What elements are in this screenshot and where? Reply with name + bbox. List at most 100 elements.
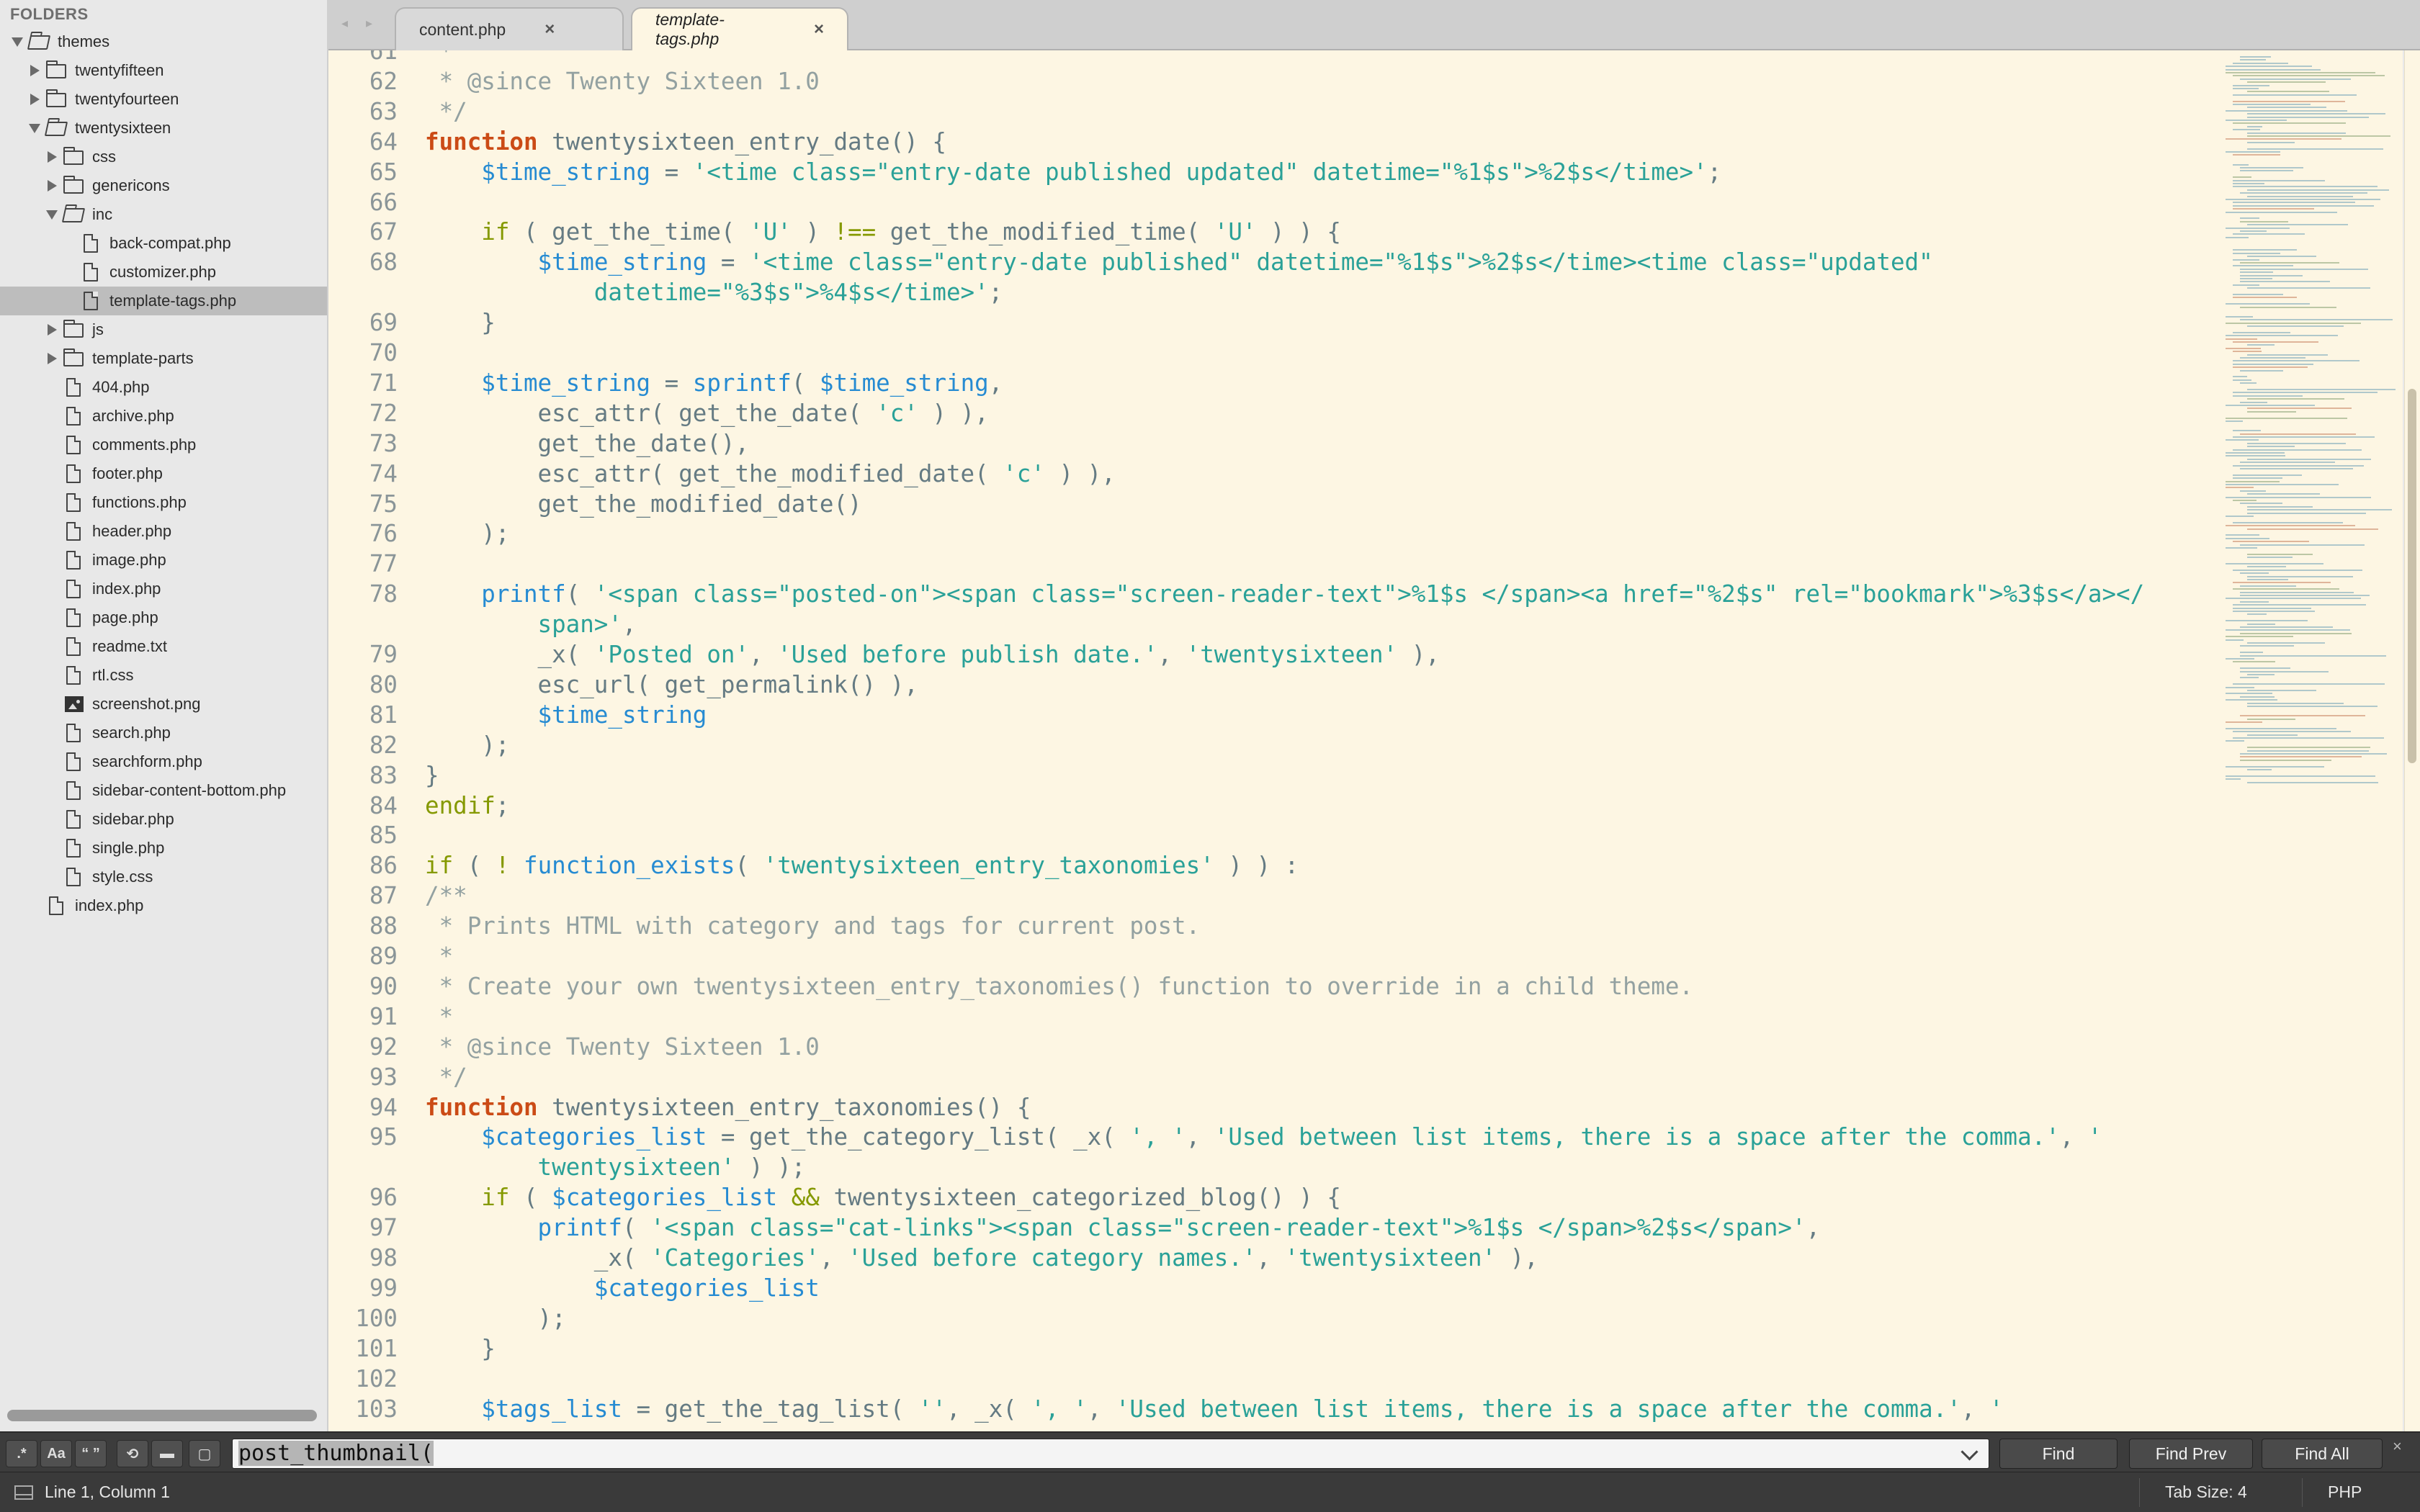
find-input[interactable]: post_thumbnail( <box>232 1439 1989 1469</box>
disclosure-right-icon[interactable] <box>45 351 59 366</box>
code-line[interactable]: _x( 'Posted on', 'Used before publish da… <box>425 641 1440 668</box>
tab-size-indicator[interactable]: Tab Size: 4 <box>2165 1482 2247 1502</box>
code-line[interactable]: get_the_date(), <box>425 430 750 457</box>
tree-item-css[interactable]: css <box>0 143 327 171</box>
sidebar-horizontal-scrollbar[interactable] <box>7 1410 317 1421</box>
minimap[interactable] <box>2220 50 2407 806</box>
scrollbar-thumb[interactable] <box>2408 389 2416 763</box>
tree-item-genericons[interactable]: genericons <box>0 171 327 200</box>
code-line[interactable]: span>', <box>425 611 637 638</box>
disclosure-right-icon[interactable] <box>27 63 42 78</box>
find-all-button[interactable]: Find All <box>2262 1439 2383 1469</box>
tree-item-archive-php[interactable]: archive.php <box>0 402 327 431</box>
code-line[interactable]: function twentysixteen_entry_date() { <box>425 128 946 156</box>
tab-nav-arrows-icon[interactable]: ◂ ▸ <box>341 16 380 31</box>
code-line[interactable]: esc_url( get_permalink() ), <box>425 671 918 698</box>
code-line[interactable]: $categories_list <box>425 1274 820 1302</box>
code-line[interactable]: ); <box>425 1305 566 1332</box>
code-line[interactable]: * @since Twenty Sixteen 1.0 <box>425 68 820 95</box>
tree-item-twentysixteen[interactable]: twentysixteen <box>0 114 327 143</box>
code-line[interactable]: * Create your own twentysixteen_entry_ta… <box>425 973 1693 1000</box>
code-line[interactable]: _x( 'Categories', 'Used before category … <box>425 1244 1538 1272</box>
find-history-chevron-down-icon[interactable] <box>1963 1446 1976 1458</box>
tree-item-back-compat-php[interactable]: back-compat.php <box>0 229 327 258</box>
tree-item-header-php[interactable]: header.php <box>0 517 327 546</box>
tree-item-sidebar-php[interactable]: sidebar.php <box>0 805 327 834</box>
tree-item-themes[interactable]: themes <box>0 27 327 56</box>
code-line[interactable]: $time_string = '<time class="entry-date … <box>425 248 1933 276</box>
code-line[interactable]: $categories_list = get_the_category_list… <box>425 1123 2102 1151</box>
code-line[interactable]: $time_string = sprintf( $time_string, <box>425 369 1003 397</box>
code-line[interactable]: * <box>425 50 454 65</box>
tree-item-functions-php[interactable]: functions.php <box>0 488 327 517</box>
code-line[interactable]: printf( '<span class="cat-links"><span c… <box>425 1214 1821 1241</box>
tree-item-index-php[interactable]: index.php <box>0 891 327 920</box>
code-line[interactable]: $time_string <box>425 701 707 729</box>
disclosure-right-icon[interactable] <box>45 179 59 193</box>
tab-close-icon[interactable]: × <box>814 19 824 40</box>
tree-item-customizer-php[interactable]: customizer.php <box>0 258 327 287</box>
code-line[interactable]: get_the_modified_date() <box>425 490 862 518</box>
code-line[interactable]: endif; <box>425 792 509 819</box>
highlight-matches-toggle-button[interactable]: ▢ <box>189 1440 220 1467</box>
tree-item-footer-php[interactable]: footer.php <box>0 459 327 488</box>
disclosure-right-icon[interactable] <box>45 150 59 164</box>
find-button[interactable]: Find <box>1999 1439 2118 1469</box>
code-line[interactable]: ); <box>425 732 509 759</box>
panel-toggle-icon[interactable] <box>14 1485 33 1500</box>
code-line[interactable]: datetime="%3$s">%4$s</time>'; <box>425 279 1003 306</box>
code-editor[interactable]: 61 62 63 64 65 66 67 68 69 70 71 72 73 74 75 76 77 78 79 80… <box>328 50 2403 1431</box>
code-line[interactable]: if ( ! function_exists( 'twentysixteen_e… <box>425 852 1299 879</box>
code-line[interactable]: if ( $categories_list && twentysixteen_c… <box>425 1184 1341 1211</box>
regex-toggle-button[interactable]: .* <box>6 1440 37 1467</box>
case-sensitive-toggle-button[interactable]: Aa <box>40 1440 72 1467</box>
code-line[interactable]: printf( '<span class="posted-on"><span c… <box>425 580 2144 608</box>
find-panel-close-icon[interactable]: × <box>2393 1437 2402 1456</box>
disclosure-right-icon[interactable] <box>27 92 42 107</box>
tree-item-readme-txt[interactable]: readme.txt <box>0 632 327 661</box>
tree-item-template-parts[interactable]: template-parts <box>0 344 327 373</box>
tree-item-comments-php[interactable]: comments.php <box>0 431 327 459</box>
disclosure-down-icon[interactable] <box>45 207 59 222</box>
syntax-indicator[interactable]: PHP <box>2328 1482 2362 1502</box>
tree-item-single-php[interactable]: single.php <box>0 834 327 863</box>
code-line[interactable]: function twentysixteen_entry_taxonomies(… <box>425 1094 1031 1121</box>
code-line[interactable]: } <box>425 309 496 336</box>
code-line[interactable]: * @since Twenty Sixteen 1.0 <box>425 1033 820 1061</box>
tab-close-icon[interactable]: × <box>544 19 555 40</box>
tree-item-image-php[interactable]: image.php <box>0 546 327 575</box>
wrap-toggle-button[interactable]: ⟲ <box>117 1440 148 1467</box>
whole-word-toggle-button[interactable]: “ ” <box>75 1440 107 1467</box>
code-line[interactable]: /** <box>425 882 467 909</box>
tab-content-php[interactable]: content.php × <box>395 7 624 50</box>
tree-item-twentyfifteen[interactable]: twentyfifteen <box>0 56 327 85</box>
disclosure-down-icon[interactable] <box>10 35 24 49</box>
find-prev-button[interactable]: Find Prev <box>2129 1439 2253 1469</box>
tree-item-searchform-php[interactable]: searchform.php <box>0 747 327 776</box>
code-line[interactable]: * <box>425 942 454 970</box>
tree-item-twentyfourteen[interactable]: twentyfourteen <box>0 85 327 114</box>
code-line[interactable]: */ <box>425 1063 467 1091</box>
code-line[interactable]: twentysixteen' ) ); <box>425 1153 806 1181</box>
code-line[interactable]: * <box>425 1003 454 1030</box>
code-line[interactable]: esc_attr( get_the_modified_date( 'c' ) )… <box>425 460 1116 487</box>
code-line[interactable]: } <box>425 1335 496 1362</box>
tree-item-404-php[interactable]: 404.php <box>0 373 327 402</box>
code-line[interactable]: if ( get_the_time( 'U' ) !== get_the_mod… <box>425 218 1341 246</box>
tree-item-index-php[interactable]: index.php <box>0 575 327 603</box>
code-line[interactable]: */ <box>425 98 467 125</box>
code-line[interactable]: } <box>425 762 439 789</box>
tree-item-page-php[interactable]: page.php <box>0 603 327 632</box>
code-line[interactable]: $tags_list = get_the_tag_list( '', _x( '… <box>425 1395 2003 1423</box>
disclosure-right-icon[interactable] <box>45 323 59 337</box>
code-line[interactable]: * Prints HTML with category and tags for… <box>425 912 1201 940</box>
code-line[interactable]: esc_attr( get_the_date( 'c' ) ), <box>425 400 989 427</box>
tree-item-template-tags-php[interactable]: template-tags.php <box>0 287 327 315</box>
code-line[interactable]: ); <box>425 520 509 547</box>
disclosure-down-icon[interactable] <box>27 121 42 135</box>
editor-vertical-scrollbar[interactable] <box>2404 50 2420 1431</box>
tree-item-inc[interactable]: inc <box>0 200 327 229</box>
tree-item-search-php[interactable]: search.php <box>0 719 327 747</box>
code-line[interactable]: $time_string = '<time class="entry-date … <box>425 158 1721 186</box>
tree-item-style-css[interactable]: style.css <box>0 863 327 891</box>
